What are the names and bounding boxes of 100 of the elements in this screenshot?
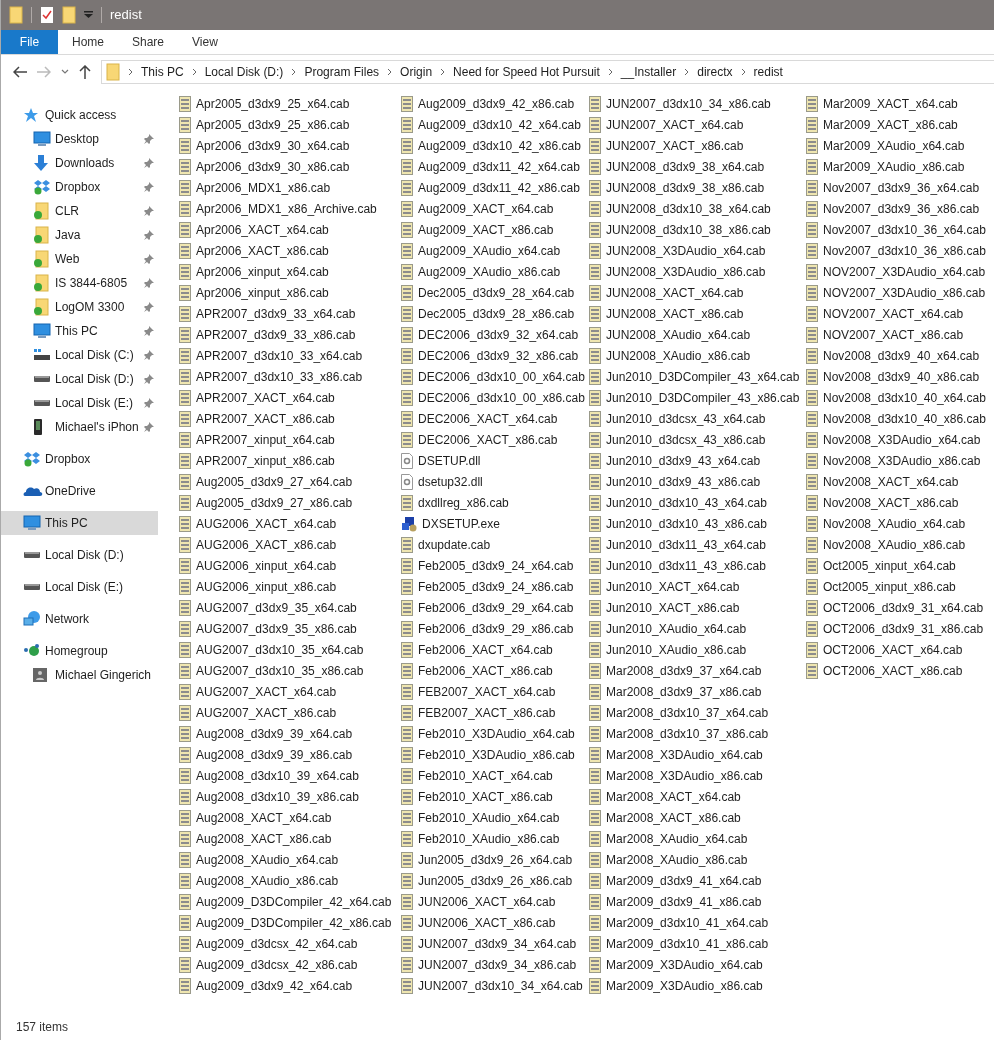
file-name[interactable]: Mar2008_X3DAudio_x64.cab	[606, 745, 763, 764]
file-name[interactable]: Apr2006_d3dx9_30_x86.cab	[196, 157, 350, 176]
nav-item[interactable]: LogOM 3300	[1, 295, 158, 319]
file-name[interactable]: JUN2007_XACT_x64.cab	[606, 115, 744, 134]
nav-item[interactable]: Dropbox	[1, 447, 158, 471]
file-name[interactable]: Jun2010_d3dx11_43_x64.cab	[606, 535, 766, 554]
nav-item[interactable]: This PC	[1, 511, 158, 535]
file-name[interactable]: JUN2006_XACT_x86.cab	[418, 913, 556, 932]
file-name[interactable]: Aug2008_XAudio_x86.cab	[196, 871, 339, 890]
file-name[interactable]: Jun2010_D3DCompiler_43_x64.cab	[606, 367, 800, 386]
file-name[interactable]: Nov2008_XACT_x86.cab	[823, 493, 959, 512]
file-name[interactable]: NOV2007_XACT_x86.cab	[823, 325, 964, 344]
file-name[interactable]: Jun2010_d3dx9_43_x86.cab	[606, 472, 761, 491]
file-name[interactable]: Feb2006_XACT_x86.cab	[418, 661, 553, 680]
file-name[interactable]: Mar2009_d3dx10_41_x86.cab	[606, 934, 769, 953]
nav-item[interactable]: Java	[1, 223, 158, 247]
file-name[interactable]: JUN2008_XACT_x86.cab	[606, 304, 744, 323]
nav-item[interactable]: Quick access	[1, 103, 158, 127]
file-name[interactable]: Feb2010_XACT_x64.cab	[418, 766, 553, 785]
file-name[interactable]: Nov2007_d3dx9_36_x64.cab	[823, 178, 980, 197]
file-name[interactable]: APR2007_xinput_x86.cab	[196, 451, 335, 470]
file-name[interactable]: JUN2008_XAudio_x86.cab	[606, 346, 751, 365]
file-name[interactable]: NOV2007_X3DAudio_x64.cab	[823, 262, 986, 281]
file-name[interactable]: Aug2009_XAudio_x86.cab	[418, 262, 561, 281]
file-name[interactable]: DEC2006_XACT_x86.cab	[418, 430, 558, 449]
file-name[interactable]: Nov2008_d3dx10_40_x64.cab	[823, 388, 986, 407]
file-name[interactable]: Aug2008_d3dx9_39_x64.cab	[196, 724, 353, 743]
file-name[interactable]: Jun2005_d3dx9_26_x64.cab	[418, 850, 573, 869]
nav-item[interactable]: Downloads	[1, 151, 158, 175]
file-name[interactable]: Oct2005_xinput_x64.cab	[823, 556, 956, 575]
nav-item[interactable]: IS 3844-6805	[1, 271, 158, 295]
file-name[interactable]: Mar2009_d3dx9_41_x64.cab	[606, 871, 762, 890]
file-name[interactable]: Aug2009_d3dx10_42_x64.cab	[418, 115, 581, 134]
file-name[interactable]: Mar2008_XAudio_x86.cab	[606, 850, 748, 869]
file-name[interactable]: Nov2008_X3DAudio_x64.cab	[823, 430, 981, 449]
file-name[interactable]: Aug2008_XACT_x86.cab	[196, 829, 332, 848]
file-name[interactable]: Aug2008_d3dx9_39_x86.cab	[196, 745, 353, 764]
file-name[interactable]: Aug2009_XACT_x64.cab	[418, 199, 554, 218]
file-name[interactable]: APR2007_d3dx9_33_x86.cab	[196, 325, 356, 344]
nav-item[interactable]: Network	[1, 607, 158, 631]
file-name[interactable]: Jun2010_D3DCompiler_43_x86.cab	[606, 388, 800, 407]
breadcrumb[interactable]: Need for Speed Hot Pursuit	[453, 62, 600, 81]
nav-item[interactable]: Local Disk (C:)	[1, 343, 158, 367]
file-name[interactable]: Dec2005_d3dx9_28_x64.cab	[418, 283, 575, 302]
file-name[interactable]: APR2007_XACT_x86.cab	[196, 409, 335, 428]
file-name[interactable]: JUN2007_d3dx9_34_x86.cab	[418, 955, 577, 974]
file-name[interactable]: Jun2010_d3dx9_43_x64.cab	[606, 451, 761, 470]
file-name[interactable]: Jun2010_XACT_x86.cab	[606, 598, 740, 617]
nav-item[interactable]: Michael's iPhon	[1, 415, 158, 439]
file-name[interactable]: Feb2006_XACT_x64.cab	[418, 640, 553, 659]
file-name[interactable]: AUG2007_d3dx10_35_x86.cab	[196, 661, 364, 680]
file-name[interactable]: JUN2008_d3dx10_38_x64.cab	[606, 199, 771, 218]
file-name[interactable]: JUN2008_d3dx9_38_x64.cab	[606, 157, 765, 176]
file-name[interactable]: FEB2007_XACT_x64.cab	[418, 682, 556, 701]
file-name[interactable]: Jun2010_XAudio_x64.cab	[606, 619, 747, 638]
file-name[interactable]: OCT2006_d3dx9_31_x64.cab	[823, 598, 984, 617]
file-name[interactable]: DEC2006_d3dx9_32_x64.cab	[418, 325, 579, 344]
file-name[interactable]: DEC2006_XACT_x64.cab	[418, 409, 558, 428]
nav-item[interactable]: Michael Gingerich	[1, 663, 158, 687]
file-name[interactable]: AUG2006_xinput_x64.cab	[196, 556, 337, 575]
file-name[interactable]: Jun2005_d3dx9_26_x86.cab	[418, 871, 573, 890]
file-name[interactable]: JUN2008_XAudio_x64.cab	[606, 325, 751, 344]
file-name[interactable]: Aug2005_d3dx9_27_x64.cab	[196, 472, 353, 491]
file-name[interactable]: DEC2006_d3dx10_00_x86.cab	[418, 388, 585, 407]
file-name[interactable]: Jun2010_d3dx11_43_x86.cab	[606, 556, 766, 575]
file-name[interactable]: Mar2009_XACT_x64.cab	[823, 94, 958, 113]
file-name[interactable]: dxupdate.cab	[418, 535, 491, 554]
file-name[interactable]: OCT2006_XACT_x86.cab	[823, 661, 963, 680]
file-name[interactable]: Aug2009_d3dx9_42_x86.cab	[418, 94, 575, 113]
file-name[interactable]: Jun2010_d3dcsx_43_x86.cab	[606, 430, 766, 449]
breadcrumb[interactable]: directx	[697, 62, 733, 81]
file-name[interactable]: Jun2010_XAudio_x86.cab	[606, 640, 747, 659]
ribbon-tab[interactable]: Home	[58, 30, 118, 54]
file-name[interactable]: Feb2005_d3dx9_24_x86.cab	[418, 577, 574, 596]
file-name[interactable]: Aug2009_d3dcsx_42_x86.cab	[196, 955, 358, 974]
file-name[interactable]: OCT2006_XACT_x64.cab	[823, 640, 963, 659]
file-name[interactable]: Aug2009_d3dx9_42_x64.cab	[196, 976, 353, 995]
file-name[interactable]: Mar2009_XACT_x86.cab	[823, 115, 958, 134]
file-name[interactable]: Apr2006_xinput_x86.cab	[196, 283, 329, 302]
file-name[interactable]: DSETUP.dll	[418, 451, 481, 470]
file-name[interactable]: Aug2008_XAudio_x64.cab	[196, 850, 339, 869]
breadcrumb[interactable]: This PC	[141, 62, 184, 81]
file-name[interactable]: APR2007_xinput_x64.cab	[196, 430, 335, 449]
file-name[interactable]: Nov2008_XAudio_x64.cab	[823, 514, 966, 533]
file-name[interactable]: Mar2008_XACT_x64.cab	[606, 787, 741, 806]
file-name[interactable]: Aug2009_D3DCompiler_42_x64.cab	[196, 892, 392, 911]
file-name[interactable]: JUN2007_XACT_x86.cab	[606, 136, 744, 155]
file-name[interactable]: AUG2007_d3dx9_35_x86.cab	[196, 619, 357, 638]
file-name[interactable]: Mar2009_d3dx9_41_x86.cab	[606, 892, 762, 911]
file-name[interactable]: Mar2009_XAudio_x86.cab	[823, 157, 965, 176]
file-name[interactable]: Mar2009_X3DAudio_x86.cab	[606, 976, 763, 995]
file-name[interactable]: Aug2009_d3dx11_42_x64.cab	[418, 157, 580, 176]
file-name[interactable]: AUG2006_XACT_x64.cab	[196, 514, 337, 533]
file-name[interactable]: Aug2009_D3DCompiler_42_x86.cab	[196, 913, 392, 932]
file-name[interactable]: Aug2005_d3dx9_27_x86.cab	[196, 493, 353, 512]
file-name[interactable]: Jun2010_d3dx10_43_x86.cab	[606, 514, 767, 533]
file-name[interactable]: Mar2008_d3dx9_37_x64.cab	[606, 661, 762, 680]
nav-item[interactable]: Web	[1, 247, 158, 271]
file-name[interactable]: Feb2010_X3DAudio_x64.cab	[418, 724, 575, 743]
file-name[interactable]: JUN2008_X3DAudio_x86.cab	[606, 262, 766, 281]
